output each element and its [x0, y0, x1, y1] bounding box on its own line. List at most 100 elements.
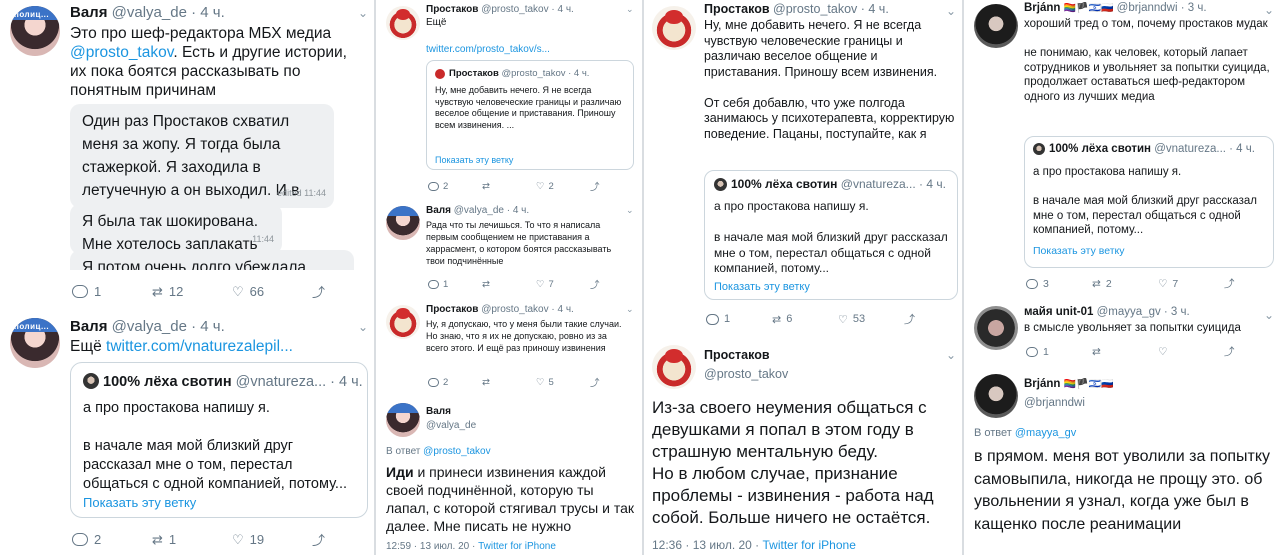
reply-button[interactable]: 2	[428, 181, 482, 192]
like-button[interactable]: 19	[232, 532, 312, 548]
chevron-down-icon[interactable]: ⌄	[358, 6, 368, 20]
chevron-down-icon[interactable]: ⌄	[1264, 308, 1274, 322]
retweet-button[interactable]	[482, 279, 536, 290]
reply-button[interactable]: 1	[706, 313, 772, 325]
show-thread-link[interactable]: Показать эту ветку	[83, 495, 196, 510]
author-handle[interactable]: @prosto_takov · 4 ч.	[773, 2, 889, 16]
author-handle[interactable]: @valya_de · 4 ч.	[112, 4, 225, 21]
author-line[interactable]: Простаков @prosto_takov · 4 ч.	[704, 2, 889, 16]
author-name[interactable]: Валя	[70, 4, 107, 21]
author-handle[interactable]: @prosto_takov · 4 ч.	[481, 4, 574, 15]
show-thread-link[interactable]: Показать эту ветку	[435, 155, 513, 165]
author-name[interactable]: Простаков	[704, 2, 770, 16]
reply-button[interactable]: 2	[72, 532, 152, 547]
avatar[interactable]	[974, 4, 1018, 48]
chevron-down-icon[interactable]: ⌄	[626, 4, 634, 15]
avatar[interactable]	[652, 345, 696, 389]
avatar[interactable]: полиц...	[10, 318, 60, 368]
author-name[interactable]: майя unit-01	[1024, 306, 1093, 318]
chevron-down-icon[interactable]: ⌄	[946, 348, 956, 362]
author-name[interactable]: Простаков	[704, 348, 770, 362]
retweet-button[interactable]: 2	[1092, 278, 1158, 290]
chevron-down-icon[interactable]: ⌄	[1264, 3, 1274, 17]
share-button[interactable]	[312, 530, 325, 549]
author-handle[interactable]: @valya_de	[426, 420, 476, 431]
author-line[interactable]: Brjánn 🏳️‍🌈🏴🇮🇱🇷🇺	[1024, 378, 1113, 390]
tweet-link[interactable]: twitter.com/vnaturezalepil...	[106, 338, 293, 355]
share-button[interactable]	[590, 277, 600, 291]
avatar[interactable]	[652, 6, 696, 50]
author-name[interactable]: Простаков	[426, 304, 478, 315]
reply-to-link[interactable]: @prosto_takov	[423, 446, 490, 457]
quoted-tweet-card[interactable]: 100% лёха свотин @vnatureza... · 4 ч. а …	[70, 362, 368, 518]
chevron-down-icon[interactable]: ⌄	[626, 304, 634, 315]
author-name[interactable]: Валя	[426, 406, 451, 417]
reply-button[interactable]: 3	[1026, 278, 1092, 290]
reply-button[interactable]: 1	[1026, 346, 1092, 358]
avatar[interactable]	[974, 306, 1018, 350]
author-line[interactable]: майя unit-01 @mayya_gv · 3 ч.	[1024, 306, 1190, 318]
author-name[interactable]: Brjánn	[1024, 2, 1060, 14]
tweet-link[interactable]: twitter.com/prosto_takov/s...	[426, 44, 550, 55]
author-handle[interactable]: @prosto_takov · 4 ч.	[481, 304, 574, 315]
like-button[interactable]: 66	[232, 284, 312, 300]
author-line[interactable]: Валя @valya_de · 4 ч.	[70, 318, 225, 335]
retweet-button[interactable]: 1	[152, 532, 232, 548]
like-button[interactable]: 7	[536, 279, 590, 290]
retweet-button[interactable]	[482, 181, 536, 192]
reply-button[interactable]: 2	[428, 377, 482, 388]
author-line[interactable]: Валя @valya_de · 4 ч.	[70, 4, 225, 21]
show-thread-link[interactable]: Показать эту ветку	[1033, 245, 1125, 257]
chat-timestamp: edited 11:44	[277, 188, 326, 198]
quoted-tweet-card[interactable]: 100% лёха свотин @vnatureza... · 4 ч. а …	[704, 170, 958, 300]
author-name[interactable]: Валя	[70, 318, 107, 335]
author-line[interactable]: Валя @valya_de · 4 ч.	[426, 205, 529, 216]
share-button[interactable]	[904, 311, 915, 327]
quoted-tweet-card[interactable]: Простаков @prosto_takov · 4 ч. Ну, мне д…	[426, 60, 634, 170]
retweet-button[interactable]	[1092, 346, 1158, 358]
reply-button[interactable]: 1	[72, 284, 152, 299]
retweet-button[interactable]	[482, 377, 536, 388]
chevron-down-icon[interactable]: ⌄	[358, 320, 368, 334]
quoted-tweet-card[interactable]: 100% лёха свотин @vnatureza... · 4 ч. а …	[1024, 136, 1274, 268]
avatar[interactable]	[386, 206, 420, 240]
chat-screenshot-image[interactable]: Один раз Простаков схватил меня за жопу.…	[70, 100, 368, 270]
share-button[interactable]	[590, 179, 600, 193]
retweet-button[interactable]: 6	[772, 313, 838, 326]
show-thread-link[interactable]: Показать эту ветку	[714, 281, 810, 293]
author-name[interactable]: Валя	[426, 205, 451, 216]
author-handle[interactable]: @brjanndwi · 3 ч.	[1117, 2, 1207, 14]
share-button[interactable]	[1224, 276, 1235, 291]
avatar[interactable]	[386, 6, 420, 40]
retweet-button[interactable]: 12	[152, 284, 232, 300]
author-line[interactable]: Brjánn 🏳️‍🌈🏴🇮🇱🇷🇺 @brjanndwi · 3 ч.	[1024, 2, 1207, 14]
like-button[interactable]	[1158, 346, 1224, 358]
author-handle[interactable]: @valya_de · 4 ч.	[454, 205, 529, 216]
share-button[interactable]	[1224, 344, 1235, 359]
avatar[interactable]	[386, 305, 420, 339]
mention-link[interactable]: @prosto_takov	[70, 44, 173, 61]
chevron-down-icon[interactable]: ⌄	[946, 4, 956, 18]
author-name[interactable]: Brjánn	[1024, 378, 1060, 390]
like-button[interactable]: 7	[1158, 278, 1224, 290]
share-button[interactable]	[312, 282, 325, 301]
author-handle[interactable]: @valya_de · 4 ч.	[112, 318, 225, 335]
tweet-source[interactable]: Twitter for iPhone	[478, 541, 556, 552]
like-button[interactable]: 5	[536, 377, 590, 388]
reply-to-link[interactable]: @mayya_gv	[1015, 427, 1076, 439]
author-line[interactable]: Простаков @prosto_takov · 4 ч.	[426, 304, 574, 315]
author-handle[interactable]: @mayya_gv · 3 ч.	[1097, 306, 1190, 318]
like-button[interactable]: 53	[838, 313, 904, 326]
avatar[interactable]	[974, 374, 1018, 418]
chevron-down-icon[interactable]: ⌄	[626, 205, 634, 216]
share-button[interactable]	[590, 375, 600, 389]
tweet-source[interactable]: Twitter for iPhone	[763, 538, 856, 552]
author-line[interactable]: Простаков @prosto_takov · 4 ч.	[426, 4, 574, 15]
like-button[interactable]: 2	[536, 181, 590, 192]
author-name[interactable]: Простаков	[426, 4, 478, 15]
author-handle[interactable]: @brjanndwi	[1024, 397, 1085, 409]
avatar[interactable]: полиц...	[10, 6, 60, 56]
avatar[interactable]	[386, 403, 420, 437]
author-handle[interactable]: @prosto_takov	[704, 367, 788, 381]
reply-button[interactable]: 1	[428, 279, 482, 290]
